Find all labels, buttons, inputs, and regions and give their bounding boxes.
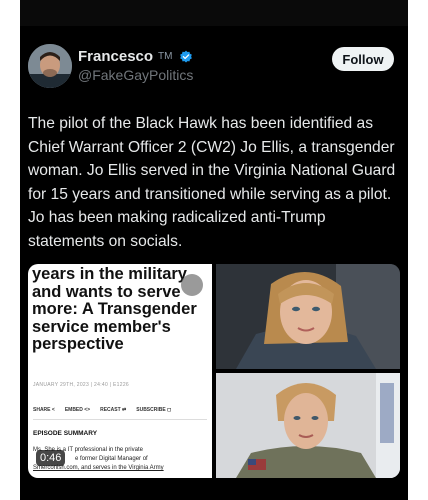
follow-button[interactable]: Follow <box>332 47 394 71</box>
divider <box>33 419 207 420</box>
photo-uniform[interactable] <box>216 373 400 478</box>
article-share: SHARE < <box>33 407 55 413</box>
video-duration-badge: 0:46 <box>36 450 66 466</box>
article-screenshot[interactable]: years in the military and wants to serve… <box>28 264 212 478</box>
bottom-bar <box>20 486 408 500</box>
article-date: JANUARY 29TH, 2023 | 24:40 | E1226 <box>33 382 129 388</box>
name-badge: TM <box>158 51 173 62</box>
photo-selfie-car[interactable] <box>216 264 400 369</box>
display-name[interactable]: Francesco <box>78 48 153 65</box>
tweet-screenshot: Francesco TM @FakeGayPolitics Follow The… <box>20 0 408 500</box>
tweet-header: Francesco TM @FakeGayPolitics Follow <box>28 44 400 92</box>
author-names: Francesco TM @FakeGayPolitics <box>78 48 193 83</box>
tweet-text: The pilot of the Black Hawk has been ide… <box>28 115 396 250</box>
article-avatar-icon <box>181 274 203 296</box>
handle[interactable]: @FakeGayPolitics <box>78 67 193 83</box>
article-recast: RECAST ⇄ <box>100 407 127 413</box>
media-grid: years in the military and wants to serve… <box>28 264 400 478</box>
article-embed: EMBED <> <box>64 407 91 413</box>
article-subscribe: SUBSCRIBE ◻ <box>136 407 172 413</box>
status-bar <box>20 0 408 26</box>
avatar[interactable] <box>28 44 72 88</box>
verified-badge-icon <box>179 50 192 62</box>
article-section-title: EPISODE SUMMARY <box>33 430 98 437</box>
article-actions: SHARE < EMBED <> RECAST ⇄ SUBSCRIBE ◻ <box>33 407 209 413</box>
